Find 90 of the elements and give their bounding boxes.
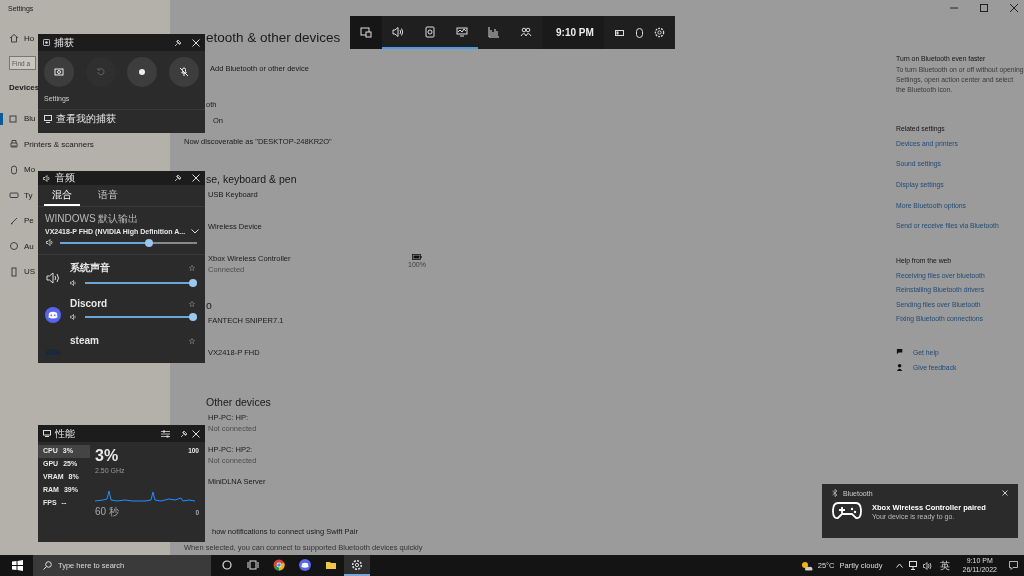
gamepad-icon xyxy=(832,501,862,521)
settings-icon[interactable] xyxy=(653,27,665,38)
capture-button[interactable] xyxy=(127,57,158,87)
speaker-icon xyxy=(70,314,77,320)
sidebar-item[interactable]: Blu xyxy=(0,106,36,132)
app-name: Discord xyxy=(70,298,108,309)
camera-icon xyxy=(54,67,64,77)
camera-icon xyxy=(424,25,436,38)
capture-button[interactable] xyxy=(168,57,199,87)
volume-slider[interactable] xyxy=(60,241,197,244)
section-heading: Other devices xyxy=(206,395,271,409)
speaker-icon[interactable] xyxy=(923,561,933,570)
pin-icon[interactable] xyxy=(180,429,188,438)
device-icon xyxy=(9,241,19,252)
device-icon xyxy=(9,215,19,226)
windows-logo-icon[interactable] xyxy=(12,560,23,571)
widget-menu-icon xyxy=(360,25,372,38)
sidebar-item[interactable]: Ty xyxy=(0,182,33,208)
pin-icon[interactable] xyxy=(174,38,182,47)
close-icon[interactable] xyxy=(1010,4,1018,12)
person-icon xyxy=(896,362,905,372)
time-span-label: 60 秒 xyxy=(95,505,119,519)
speaker-icon xyxy=(46,239,54,246)
pin-icon[interactable] xyxy=(174,174,182,182)
chat-icon xyxy=(896,347,905,357)
star-icon[interactable] xyxy=(189,300,195,307)
bluetooth-icon xyxy=(832,489,838,497)
section-heading: o xyxy=(206,298,212,312)
sidebar-item[interactable]: US xyxy=(0,259,36,285)
app-name: 系统声音 xyxy=(70,261,110,275)
app-name: steam xyxy=(70,335,99,346)
section-heading: Devices xyxy=(8,82,40,94)
widget-title: 性能 xyxy=(55,426,76,441)
monitor-icon xyxy=(456,25,468,38)
star-icon[interactable] xyxy=(189,337,195,344)
section-heading: se, keyboard & pen xyxy=(206,172,297,186)
home-icon xyxy=(9,33,19,43)
monitor-icon xyxy=(44,115,52,123)
speaker-icon xyxy=(70,280,77,286)
sidebar-item[interactable]: Au xyxy=(0,233,34,259)
chevron-down-icon xyxy=(191,229,199,234)
star-icon[interactable] xyxy=(189,265,195,271)
clock-text: 9:10 PM xyxy=(542,16,604,49)
people-icon xyxy=(520,25,532,38)
device-icon xyxy=(9,190,19,201)
chevron-up-icon[interactable] xyxy=(896,563,904,568)
device-icon xyxy=(9,266,19,277)
capture-button[interactable] xyxy=(44,57,74,87)
device-icon xyxy=(9,113,19,124)
usage-value: 3% xyxy=(95,447,120,465)
page-title: etooth & other devices xyxy=(206,30,341,46)
tab[interactable]: 语音 xyxy=(90,185,126,206)
speaker-icon xyxy=(392,25,404,38)
battery-icon xyxy=(411,254,422,260)
home-link[interactable]: Ho xyxy=(0,26,35,50)
network-icon[interactable] xyxy=(909,561,918,570)
speaker-icon xyxy=(46,271,60,284)
mouse-icon xyxy=(635,27,643,38)
record-icon xyxy=(137,67,148,77)
monitor-icon xyxy=(43,430,51,437)
chat-app-icon xyxy=(45,306,61,323)
bar-chart-icon xyxy=(488,25,500,38)
speaker-icon xyxy=(43,174,51,182)
input-method-indicator[interactable]: 英 xyxy=(940,558,951,573)
widget-title: 捕获 xyxy=(54,35,75,50)
weather-icon xyxy=(800,560,813,571)
device-icon xyxy=(9,139,19,150)
widget-title: 音频 xyxy=(55,171,76,185)
gallery-link[interactable]: 查看我的捕获 xyxy=(38,109,205,128)
circle-icon xyxy=(221,558,233,571)
options-icon[interactable] xyxy=(161,429,170,438)
notifications-icon[interactable] xyxy=(1009,561,1018,570)
mic-off-icon xyxy=(178,67,189,77)
sidebar-item[interactable]: Mo xyxy=(0,157,36,183)
task-view-icon xyxy=(247,558,259,571)
chat-app-icon xyxy=(299,558,311,571)
output-label: WINDOWS 默认输出 xyxy=(44,212,140,226)
battery-icon xyxy=(614,29,625,36)
sidebar-item[interactable]: Pe xyxy=(0,208,34,234)
settings-icon xyxy=(351,558,363,571)
replay-icon xyxy=(95,67,106,77)
device-icon xyxy=(9,164,19,175)
taskbar-button[interactable] xyxy=(344,555,370,576)
maximize-icon[interactable] xyxy=(980,4,988,12)
camera-icon xyxy=(43,39,50,46)
toolbar-button[interactable] xyxy=(350,16,382,49)
sidebar-item[interactable]: Printers & scanners xyxy=(0,131,94,157)
search-icon xyxy=(43,561,52,570)
tab[interactable]: 混合 xyxy=(44,185,80,206)
browser-logo-icon xyxy=(273,558,285,571)
